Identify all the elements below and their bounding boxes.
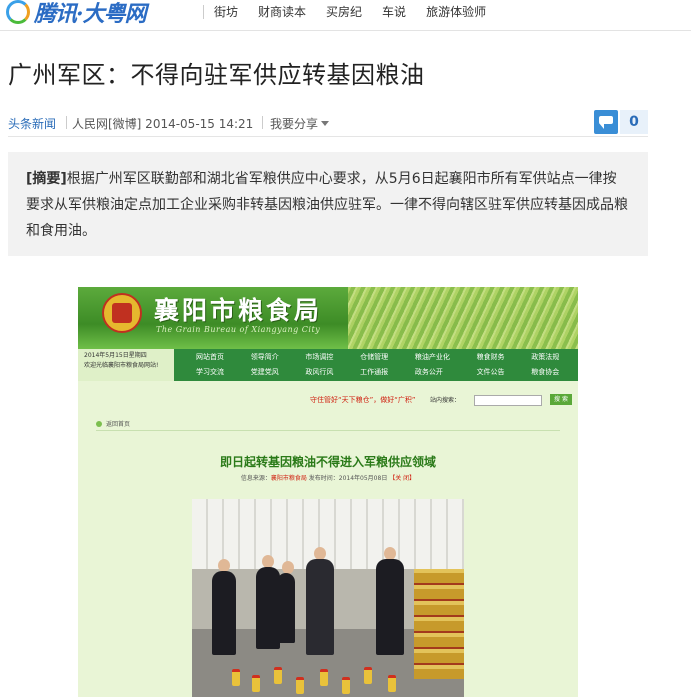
comment-count: 0 bbox=[620, 110, 648, 134]
image-nav-item: 仓储管理 bbox=[360, 353, 389, 361]
article-image: 襄阳市粮食局 The Grain Bureau of Xiangyang Cit… bbox=[78, 287, 578, 697]
image-site-header: 襄阳市粮食局 The Grain Bureau of Xiangyang Cit… bbox=[78, 287, 578, 349]
image-nav-item: 市场调控 bbox=[305, 353, 334, 361]
nav-link-caishang[interactable]: 财商读本 bbox=[248, 2, 316, 22]
image-date-box: 2014年5月15日星期四 欢迎光临襄阳市粮食局网站! bbox=[78, 349, 174, 381]
image-search-input bbox=[474, 395, 542, 406]
photo-person bbox=[212, 571, 236, 655]
article-meta: 头条新闻 人民网[微博] 2014-05-15 14:21 我要分享 0 bbox=[8, 110, 648, 137]
image-site-subtitle: The Grain Bureau of Xiangyang City bbox=[156, 325, 321, 334]
top-bar: 腾讯·大粤网 街坊 财商读本 买房纪 车说 旅游体验师 bbox=[0, 0, 691, 31]
comment-button[interactable]: 0 bbox=[594, 110, 648, 134]
photo-oil-bottle bbox=[364, 667, 372, 684]
image-article-title: 即日起转基因粮油不得进入军粮供应领域 bbox=[219, 455, 436, 469]
photo-oil-bottle bbox=[388, 675, 396, 692]
image-article-meta: 信息来源：襄阳市粮食局 发布时间：2014年05月08日 【关 闭】 bbox=[78, 473, 578, 482]
image-nav-item: 领导简介 bbox=[250, 353, 279, 361]
national-emblem-icon bbox=[102, 293, 142, 333]
image-nav-item: 网站首页 bbox=[196, 353, 224, 361]
image-nav-item: 粮食财务 bbox=[476, 353, 505, 361]
image-meta-close: 【关 闭】 bbox=[389, 475, 416, 482]
article-title: 广州军区：不得向驻军供应转基因粮油 bbox=[8, 61, 425, 89]
image-divider bbox=[96, 430, 560, 431]
site-logo[interactable]: 腾讯·大粤网 bbox=[34, 0, 147, 28]
photo-oil-bottle bbox=[252, 675, 260, 692]
image-breadcrumb: 返回首页 bbox=[96, 419, 130, 428]
image-nav-item: 党建党风 bbox=[250, 368, 279, 376]
rice-grain-decoration bbox=[348, 287, 578, 349]
share-dropdown[interactable]: 我要分享 bbox=[270, 115, 330, 132]
image-nav-item: 学习交流 bbox=[196, 368, 224, 376]
photo-oil-bottle bbox=[232, 669, 240, 686]
photo-oil-bottle bbox=[320, 669, 328, 686]
photo-oil-bottle bbox=[274, 667, 282, 684]
image-date: 2014年5月15日星期四 bbox=[84, 352, 147, 359]
image-meta-time: 发布时间：2014年05月08日 bbox=[308, 475, 388, 482]
photo-oil-shelf bbox=[414, 569, 464, 679]
image-site-name: 襄阳市粮食局 bbox=[154, 296, 323, 325]
image-nav-item: 政风行风 bbox=[305, 368, 334, 376]
image-search-button: 搜 索 bbox=[550, 394, 572, 405]
comment-icon bbox=[594, 110, 618, 134]
image-meta-source: 襄阳市粮食局 bbox=[270, 475, 307, 482]
photo-oil-bottle bbox=[296, 677, 304, 694]
photo-ceiling bbox=[192, 499, 464, 569]
nav-link-jiefang[interactable]: 街坊 bbox=[204, 2, 248, 22]
photo-person bbox=[376, 559, 404, 655]
image-nav-item: 政策法规 bbox=[531, 353, 560, 361]
image-nav-item: 粮食协会 bbox=[531, 368, 560, 376]
channel-link[interactable]: 头条新闻 bbox=[8, 115, 56, 132]
photo-person-head bbox=[282, 561, 294, 574]
nav-link-cheshuo[interactable]: 车说 bbox=[372, 2, 416, 22]
meta-separator bbox=[262, 116, 263, 129]
warehouse-photo bbox=[192, 499, 464, 697]
image-nav-item: 工作通报 bbox=[360, 368, 389, 376]
image-meta-prefix: 信息来源： bbox=[240, 475, 271, 482]
image-search-bar: 守住管好“天下粮仓”，做好“广积” 站内搜索： 搜 索 bbox=[78, 389, 578, 409]
tencent-logo-icon bbox=[6, 0, 30, 24]
article-summary: [摘要]根据广州军区联勤部和湖北省军粮供应中心要求，从5月6日起襄阳市所有军供站… bbox=[8, 152, 648, 256]
nav-link-lvyou[interactable]: 旅游体验师 bbox=[416, 2, 496, 22]
meta-separator bbox=[66, 116, 67, 129]
image-nav-grid: 网站首页 领导简介 市场调控 仓储管理 粮油产业化 粮食财务 政策法规 学习交流… bbox=[190, 351, 578, 379]
image-welcome: 欢迎光临襄阳市粮食局网站! bbox=[84, 362, 159, 369]
chevron-down-icon bbox=[321, 121, 330, 126]
image-nav-item: 政务公开 bbox=[414, 368, 443, 376]
image-nav-item: 文件公告 bbox=[476, 368, 505, 376]
summary-text: 根据广州军区联勤部和湖北省军粮供应中心要求，从5月6日起襄阳市所有军供站点一律按… bbox=[26, 171, 628, 239]
photo-person bbox=[277, 573, 295, 643]
photo-oil-bottle bbox=[342, 677, 350, 694]
nav-link-maifang[interactable]: 买房纪 bbox=[316, 2, 372, 22]
photo-person bbox=[306, 559, 334, 655]
article-source: 人民网[微博] 2014-05-15 14:21 bbox=[72, 117, 254, 131]
summary-label: [摘要] bbox=[26, 171, 67, 187]
share-label: 我要分享 bbox=[270, 117, 319, 131]
image-nav-item: 粮油产业化 bbox=[414, 353, 450, 361]
image-search-label: 站内搜索： bbox=[430, 397, 461, 404]
top-nav: 街坊 财商读本 买房纪 车说 旅游体验师 bbox=[203, 2, 496, 22]
image-slogan: 守住管好“天下粮仓”，做好“广积” bbox=[310, 396, 416, 404]
